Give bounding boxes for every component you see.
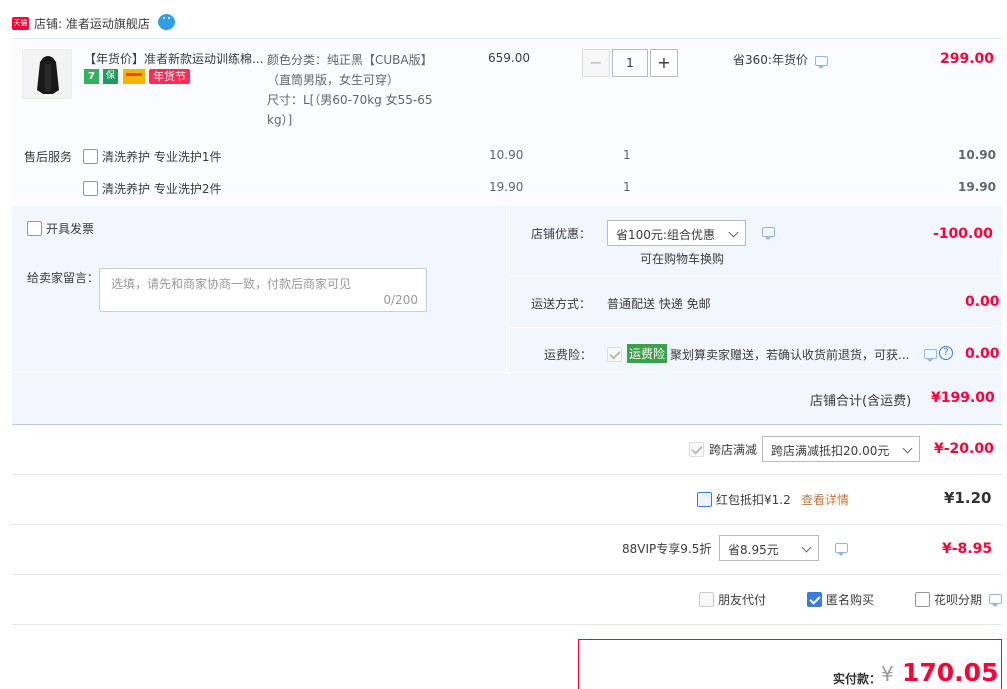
- product-thumbnail[interactable]: [22, 49, 72, 99]
- shop-discount-select-value: 省100元:组合优惠: [616, 228, 715, 242]
- vip-select[interactable]: 省8.95元: [719, 535, 819, 561]
- product-title[interactable]: 【年货价】准者新款运动训练棉...: [84, 50, 264, 67]
- seller-note-input[interactable]: 选填，请先和商家协商一致，付款后商家可见 0/200: [99, 268, 427, 312]
- color-spec-note: （直筒男版，女生可穿）: [267, 73, 400, 87]
- chevron-down-icon: [728, 227, 739, 238]
- product-subtotal: 299.00: [940, 51, 995, 67]
- unit-price: 659.00: [488, 51, 530, 65]
- anonymous-checkbox[interactable]: [807, 592, 822, 607]
- anonymous-label: 匿名购买: [826, 593, 875, 607]
- vip-select-value: 省8.95元: [728, 543, 779, 557]
- promo-info-icon[interactable]: [815, 56, 828, 69]
- shipping-method: 普通配送 快递 免邮: [607, 297, 711, 311]
- shop-total-label: 店铺合计(含运费): [810, 394, 912, 409]
- vip-label: 88VIP专享9.5折: [622, 542, 712, 556]
- payment-label: 实付款：: [833, 672, 882, 686]
- friend-pay-checkbox: [699, 592, 714, 607]
- tmall-badge: 天猫: [12, 17, 29, 30]
- seller-note-label: 给卖家留言：: [27, 271, 100, 285]
- payment-currency: ¥: [881, 662, 894, 686]
- seller-note-placeholder: 选填，请先和商家协商一致，付款后商家可见: [111, 277, 352, 291]
- red-packet-amount: ¥1.20: [944, 489, 992, 507]
- after-sale-item-2-qty: 1: [623, 180, 631, 194]
- after-sale-checkbox-2[interactable]: [83, 181, 98, 196]
- quantity-increase-button[interactable]: +: [650, 49, 678, 77]
- promo-label: 省360:年货价: [733, 53, 808, 67]
- after-sale-label: 售后服务: [24, 150, 73, 164]
- invoice-checkbox[interactable]: [27, 221, 42, 236]
- after-sale-item-1-name: 清洗养护 专业洗护1件: [102, 150, 222, 164]
- after-sale-item-1-total: 10.90: [958, 148, 996, 162]
- guarantee-icon: 保: [103, 69, 118, 84]
- invoice-label: 开具发票: [46, 222, 95, 236]
- size-spec: 尺寸：L[（男60-70kg 女55-65: [267, 93, 433, 107]
- shop-discount-select[interactable]: 省100元:组合优惠: [607, 220, 746, 246]
- huabei-label: 花呗分期: [934, 593, 983, 607]
- friend-pay-label: 朋友代付: [718, 593, 767, 607]
- quantity-decrease-button[interactable]: −: [582, 49, 610, 77]
- cross-store-label: 跨店满减: [709, 443, 758, 457]
- shop-total-amount: ¥199.00: [931, 390, 995, 406]
- shop-discount-info-icon[interactable]: [762, 227, 775, 240]
- shop-name[interactable]: 店铺: 准者运动旗舰店: [34, 15, 150, 32]
- chevron-down-icon: [902, 443, 913, 454]
- after-sale-item-2-name: 清洗养护 专业洗护2件: [102, 182, 222, 196]
- insurance-info-icon[interactable]: [924, 349, 937, 362]
- cross-store-checkbox: [689, 442, 704, 457]
- seven-day-return-icon: 7: [84, 69, 99, 84]
- payment-amount: 170.05: [902, 658, 999, 687]
- insurance-badge: 运费险: [627, 344, 668, 363]
- vip-amount: ¥-8.95: [942, 541, 993, 557]
- cross-store-select[interactable]: 跨店满减抵扣20.00元: [762, 436, 920, 462]
- red-packet-details-link[interactable]: 查看详情: [801, 491, 849, 508]
- card-payment-icon: [123, 69, 145, 84]
- insurance-checkbox: [607, 347, 622, 362]
- after-sale-item-1-qty: 1: [623, 148, 631, 162]
- shipping-amount: 0.00: [965, 294, 1000, 310]
- after-sale-item-2-price: 19.90: [489, 180, 524, 194]
- red-packet-label: 红包抵扣¥1.2: [716, 493, 791, 507]
- seller-note-counter: 0/200: [383, 293, 418, 307]
- wangwang-chat-icon[interactable]: [158, 14, 175, 30]
- shop-discount-hint: 可在购物车换购: [640, 252, 725, 266]
- cross-store-select-value: 跨店满减抵扣20.00元: [771, 444, 890, 458]
- red-packet-checkbox[interactable]: [697, 492, 712, 507]
- insurance-text: 聚划算卖家赠送，若确认收货前退货，可获...: [670, 348, 910, 362]
- nianhuo-tag: 年货节: [149, 69, 190, 84]
- cross-store-amount: ¥-20.00: [934, 441, 994, 457]
- insurance-label: 运费险：: [544, 348, 593, 362]
- quantity-input[interactable]: 1: [612, 49, 648, 77]
- chevron-down-icon: [801, 542, 812, 553]
- huabei-checkbox[interactable]: [915, 592, 930, 607]
- vip-info-icon[interactable]: [835, 543, 848, 556]
- huabei-info-icon[interactable]: [989, 594, 1002, 607]
- insurance-help-icon[interactable]: ?: [939, 346, 953, 360]
- shipping-label: 运送方式：: [531, 297, 592, 311]
- after-sale-item-2-total: 19.90: [958, 180, 996, 194]
- after-sale-checkbox-1[interactable]: [83, 149, 98, 164]
- insurance-amount: 0.00: [965, 346, 1000, 362]
- shop-discount-amount: -100.00: [933, 226, 993, 242]
- size-spec-cont: kg）]: [267, 113, 293, 127]
- after-sale-item-1-price: 10.90: [489, 148, 524, 162]
- shop-discount-label: 店铺优惠：: [531, 227, 592, 241]
- color-spec: 颜色分类：纯正黑【CUBA版】: [267, 53, 433, 67]
